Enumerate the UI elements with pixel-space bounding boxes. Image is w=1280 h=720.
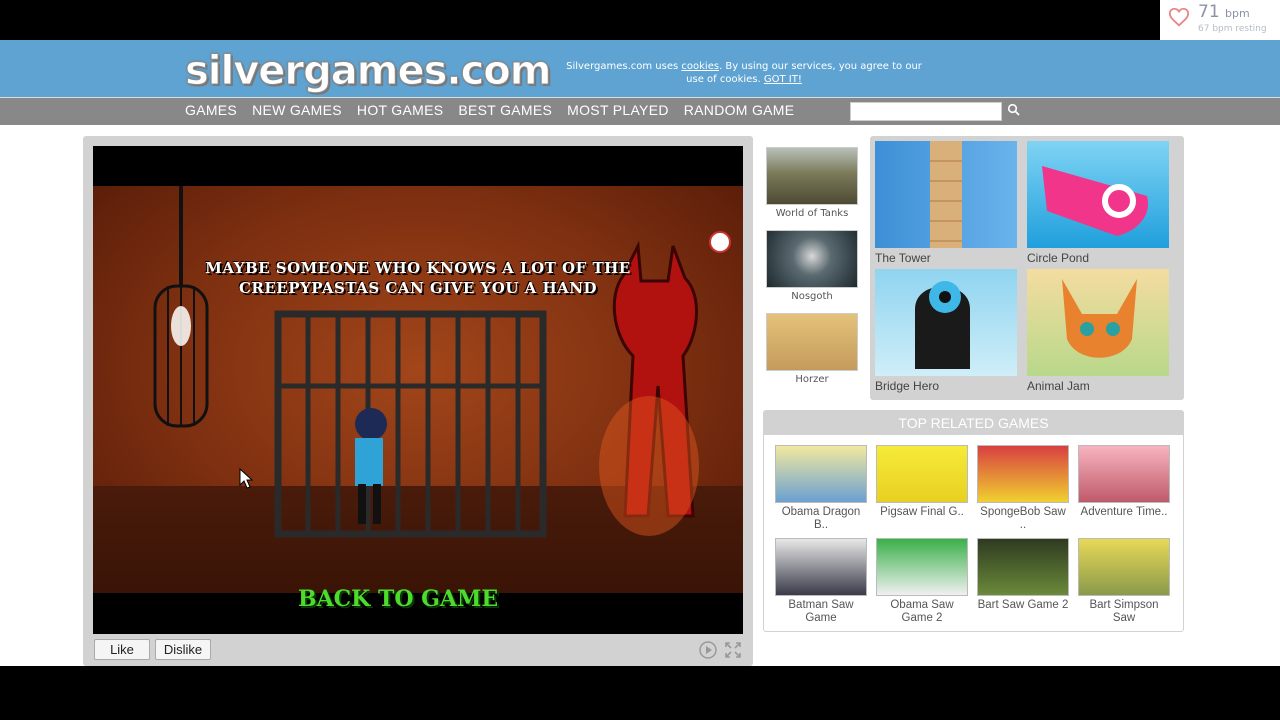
related-game-item[interactable]: Bart Simpson Saw bbox=[1077, 538, 1171, 624]
cookie-notice: Silvergames.com uses cookies. By using o… bbox=[566, 61, 922, 85]
nav-best-games[interactable]: BEST GAMES bbox=[458, 102, 552, 118]
sound-toggle-icon[interactable] bbox=[709, 231, 731, 253]
featured-circle-pond[interactable]: Circle Pond bbox=[1027, 141, 1169, 265]
resting-rate: 67 bpm resting bbox=[1198, 24, 1267, 34]
nav-games[interactable]: GAMES bbox=[185, 102, 237, 118]
game-thumbnail bbox=[766, 230, 858, 288]
related-game-item[interactable]: SpongeBob Saw .. bbox=[976, 445, 1070, 531]
mouse-cursor-icon bbox=[239, 468, 254, 489]
side-game-nosgoth[interactable]: Nosgoth bbox=[766, 230, 858, 302]
main-nav: GAMES NEW GAMES HOT GAMES BEST GAMES MOS… bbox=[0, 97, 1280, 125]
site-logo[interactable]: silvergames.com bbox=[184, 48, 551, 95]
featured-the-tower[interactable]: The Tower bbox=[875, 141, 1017, 265]
game-thumbnail bbox=[876, 445, 968, 503]
game-thumbnail bbox=[775, 445, 867, 503]
game-thumbnail bbox=[1078, 538, 1170, 596]
related-game-item[interactable]: Batman Saw Game bbox=[774, 538, 868, 624]
game-canvas[interactable]: MAYBE SOMEONE WHO KNOWS A LOT OF THE CRE… bbox=[93, 146, 743, 634]
related-title: TOP RELATED GAMES bbox=[764, 411, 1183, 435]
game-thumbnail bbox=[766, 313, 858, 371]
related-game-item[interactable]: Obama Dragon B.. bbox=[774, 445, 868, 531]
related-game-item[interactable]: Adventure Time.. bbox=[1077, 445, 1171, 519]
featured-games: The Tower Circle Pond Bridge Hero Animal… bbox=[870, 136, 1184, 400]
top-strip bbox=[0, 0, 1280, 40]
game-thumbnail bbox=[875, 141, 1017, 248]
game-thumbnail bbox=[1027, 141, 1169, 248]
game-thumbnail bbox=[1078, 445, 1170, 503]
game-scene: MAYBE SOMEONE WHO KNOWS A LOT OF THE CRE… bbox=[93, 186, 743, 612]
side-game-world-of-tanks[interactable]: World of Tanks bbox=[766, 147, 858, 219]
cookies-link[interactable]: cookies bbox=[681, 61, 719, 72]
site-header: silvergames.com Silvergames.com uses coo… bbox=[0, 40, 1280, 97]
cookie-accept-link[interactable]: GOT IT! bbox=[764, 74, 802, 85]
game-thumbnail bbox=[977, 538, 1069, 596]
related-game-item[interactable]: Obama Saw Game 2 bbox=[875, 538, 969, 624]
nav-random-game[interactable]: RANDOM GAME bbox=[684, 102, 795, 118]
heart-icon bbox=[1168, 7, 1190, 27]
search-icon[interactable] bbox=[1007, 103, 1021, 117]
back-to-game-button[interactable]: BACK TO GAME bbox=[298, 586, 498, 612]
nav-most-played[interactable]: MOST PLAYED bbox=[567, 102, 669, 118]
play-icon[interactable] bbox=[699, 641, 717, 659]
nav-hot-games[interactable]: HOT GAMES bbox=[357, 102, 443, 118]
game-thumbnail bbox=[766, 147, 858, 205]
heart-rate-widget: 71 bpm 67 bpm resting bbox=[1160, 0, 1280, 40]
search-input[interactable] bbox=[850, 102, 1002, 121]
featured-animal-jam[interactable]: Animal Jam bbox=[1027, 269, 1169, 393]
game-thumbnail bbox=[876, 538, 968, 596]
featured-bridge-hero[interactable]: Bridge Hero bbox=[875, 269, 1017, 393]
fullscreen-icon[interactable] bbox=[725, 642, 741, 658]
related-games: TOP RELATED GAMES Obama Dragon B.. Pigsa… bbox=[763, 410, 1184, 632]
bottom-strip bbox=[0, 666, 1280, 720]
side-game-horzer[interactable]: Horzer bbox=[766, 313, 858, 385]
like-button[interactable]: Like bbox=[94, 639, 150, 660]
game-thumbnail bbox=[977, 445, 1069, 503]
game-thumbnail bbox=[775, 538, 867, 596]
related-game-item[interactable]: Pigsaw Final G.. bbox=[875, 445, 969, 519]
game-caption: MAYBE SOMEONE WHO KNOWS A LOT OF THE CRE… bbox=[205, 259, 631, 297]
heart-rate-value: 71 bbox=[1198, 2, 1220, 22]
nav-new-games[interactable]: NEW GAMES bbox=[252, 102, 342, 118]
heart-rate-unit: bpm bbox=[1225, 7, 1250, 20]
game-thumbnail bbox=[875, 269, 1017, 376]
scene-artwork bbox=[153, 186, 699, 538]
dislike-button[interactable]: Dislike bbox=[155, 639, 211, 660]
related-game-item[interactable]: Bart Saw Game 2 bbox=[976, 538, 1070, 612]
game-thumbnail bbox=[1027, 269, 1169, 376]
browser-page: 71 bpm 67 bpm resting silvergames.com Si… bbox=[0, 0, 1280, 720]
